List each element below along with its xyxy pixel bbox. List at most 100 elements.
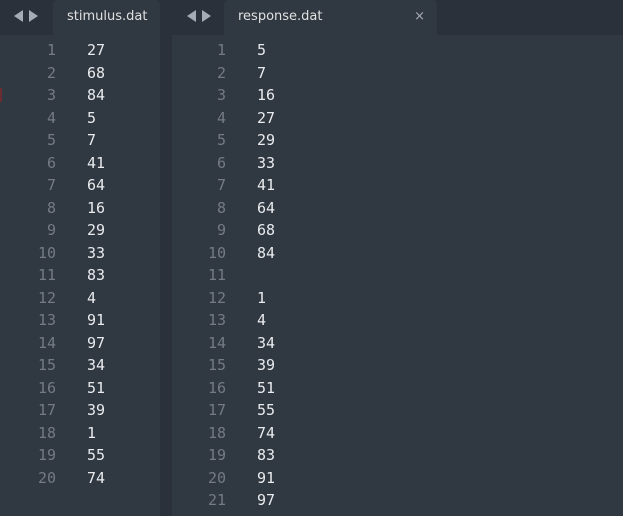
code-line[interactable]: 11 — [172, 264, 623, 287]
line-text: 39 — [257, 356, 276, 374]
tab-response-dat[interactable]: response.dat × — [224, 0, 437, 35]
line-number: 11 — [207, 266, 226, 284]
code-area-right[interactable]: 1 5 2 7 3 16 4 27 5 29 6 33 7 41 8 64 9 68 10 84 11 12 1 13 4 14 3… — [172, 39, 623, 512]
code-line[interactable]: 17 55 — [172, 399, 623, 422]
line-number: 7 — [46, 176, 56, 194]
code-line[interactable]: 5 29 — [172, 129, 623, 152]
line-number: 17 — [37, 401, 56, 419]
line-text: 68 — [257, 221, 276, 239]
line-text: 5 — [87, 108, 97, 127]
line-text: 34 — [257, 333, 276, 352]
line-text: 51 — [87, 378, 106, 397]
line-text: 64 — [257, 198, 276, 217]
code-line[interactable]: 9 29 — [0, 219, 160, 242]
line-text: 1 — [257, 288, 267, 307]
line-text: 74 — [257, 423, 276, 442]
line-number: 13 — [207, 311, 226, 329]
code-line[interactable]: 7 64 — [0, 174, 160, 197]
line-text: 41 — [257, 176, 276, 194]
line-text: 16 — [257, 86, 276, 104]
line-text: 84 — [257, 243, 276, 262]
line-text: 83 — [257, 446, 276, 464]
line-text: 4 — [87, 288, 97, 307]
chevron-left-icon[interactable] — [187, 10, 196, 22]
line-number: 1 — [216, 41, 226, 59]
line-number: 16 — [37, 378, 56, 397]
code-line[interactable]: 10 33 — [0, 242, 160, 265]
editor-pane-right: response.dat × 1 5 2 7 3 16 4 27 5 29 6 33 7 41 8 64 9 68… — [172, 0, 623, 516]
line-text: 29 — [257, 131, 276, 149]
line-text: 91 — [257, 468, 276, 487]
line-number: 4 — [216, 108, 226, 127]
line-number: 4 — [46, 108, 56, 127]
line-number: 9 — [216, 221, 226, 239]
line-number: 2 — [46, 63, 56, 82]
code-line[interactable]: 15 — [172, 39, 623, 62]
code-line[interactable]: 57 — [0, 129, 160, 152]
line-text: 27 — [87, 41, 106, 59]
code-line[interactable]: 20 74 — [0, 467, 160, 490]
code-line[interactable]: 12 1 — [172, 287, 623, 310]
code-line[interactable]: 18 1 — [0, 422, 160, 445]
code-line[interactable]: 17 39 — [0, 399, 160, 422]
code-area-left[interactable]: 1 27 2 68 3 84 4 5 5 7 6 41 7 64 8 16 9 29 10 33 11 83 12 4 13 91… — [0, 39, 160, 489]
line-text: 84 — [87, 86, 106, 104]
line-text: 1 — [87, 423, 97, 442]
line-number: 11 — [37, 266, 56, 284]
line-number: 16 — [207, 378, 226, 397]
line-number: 1 — [46, 41, 56, 59]
code-line[interactable]: 45 — [0, 107, 160, 130]
chevron-right-icon[interactable] — [29, 10, 38, 22]
line-number: 21 — [207, 491, 226, 509]
code-line[interactable]: 15 39 — [172, 354, 623, 377]
code-line[interactable]: 18 74 — [172, 422, 623, 445]
code-line[interactable]: 14 34 — [172, 332, 623, 355]
line-text: 29 — [87, 221, 106, 239]
code-line[interactable]: 13 91 — [0, 309, 160, 332]
code-line[interactable]: 6 33 — [172, 152, 623, 175]
code-line[interactable]: 8 64 — [172, 197, 623, 220]
line-text: 33 — [87, 243, 106, 262]
code-line[interactable]: 16 51 — [172, 377, 623, 400]
line-text: 7 — [257, 63, 267, 82]
code-line[interactable]: 7 41 — [172, 174, 623, 197]
tab-bar-right: response.dat × — [172, 0, 623, 35]
code-line[interactable]: 3 16 — [172, 84, 623, 107]
line-number: 10 — [37, 243, 56, 262]
line-text: 5 — [257, 41, 267, 59]
code-line[interactable]: 20 91 — [172, 467, 623, 490]
line-number: 12 — [207, 288, 226, 307]
code-line[interactable]: 6 41 — [0, 152, 160, 175]
chevron-right-icon[interactable] — [202, 10, 211, 22]
code-line[interactable]: 27 — [172, 62, 623, 85]
line-number: 9 — [46, 221, 56, 239]
code-line[interactable]: 4 27 — [172, 107, 623, 130]
code-line[interactable]: 15 34 — [0, 354, 160, 377]
code-line[interactable]: 16 51 — [0, 377, 160, 400]
code-line[interactable]: 11 83 — [0, 264, 160, 287]
line-number: 12 — [37, 288, 56, 307]
close-icon[interactable]: × — [414, 9, 425, 24]
line-number: 7 — [216, 176, 226, 194]
code-line[interactable]: 12 4 — [0, 287, 160, 310]
line-number: 8 — [216, 198, 226, 217]
line-text: 41 — [87, 153, 106, 172]
tab-stimulus-dat[interactable]: stimulus.dat — [53, 0, 160, 35]
code-line[interactable]: 2 68 — [0, 62, 160, 85]
code-line[interactable]: 21 97 — [172, 489, 623, 512]
code-line[interactable]: 3 84 — [0, 84, 160, 107]
code-line[interactable]: 10 84 — [172, 242, 623, 265]
code-line[interactable]: 13 4 — [172, 309, 623, 332]
line-text: 27 — [257, 108, 276, 127]
pane-divider[interactable] — [160, 0, 172, 516]
code-line[interactable]: 19 55 — [0, 444, 160, 467]
code-line[interactable]: 9 68 — [172, 219, 623, 242]
code-line[interactable]: 14 97 — [0, 332, 160, 355]
code-line[interactable]: 8 16 — [0, 197, 160, 220]
code-line[interactable]: 1 27 — [0, 39, 160, 62]
line-text: 97 — [257, 491, 276, 509]
line-number: 14 — [37, 333, 56, 352]
code-line[interactable]: 19 83 — [172, 444, 623, 467]
line-number: 3 — [46, 86, 56, 104]
chevron-left-icon[interactable] — [14, 10, 23, 22]
